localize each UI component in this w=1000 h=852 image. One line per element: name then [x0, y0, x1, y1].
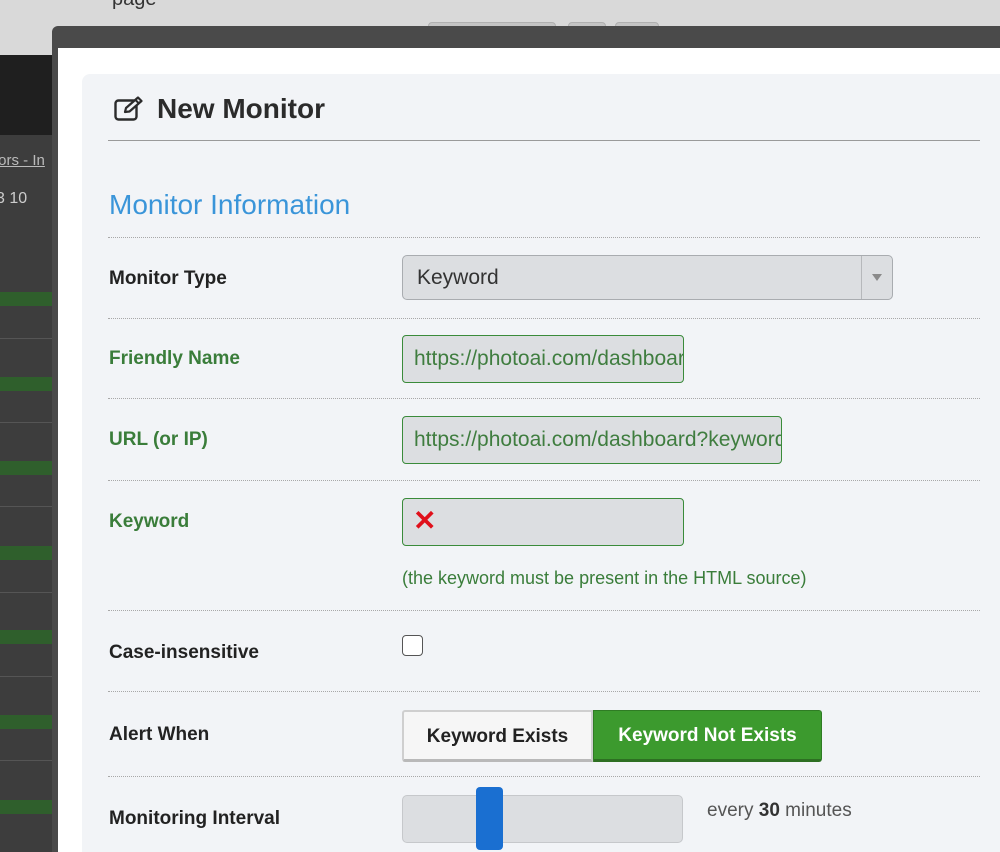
background-row-divider	[0, 422, 60, 423]
background-row	[0, 377, 60, 391]
background-row-divider	[0, 760, 60, 761]
monitor-type-value: Keyword	[417, 266, 499, 289]
edit-icon	[114, 96, 143, 121]
keyword-label: Keyword	[109, 511, 190, 532]
url-label: URL (or IP)	[109, 429, 208, 450]
interval-value: 30	[758, 800, 780, 821]
monitoring-interval-label: Monitoring Interval	[109, 808, 280, 829]
monitor-type-select[interactable]: Keyword	[402, 255, 893, 300]
row-divider	[108, 610, 980, 611]
friendly-name-value: https://photoai.com/dashboard	[414, 347, 684, 370]
row-divider	[108, 318, 980, 319]
background-link: tors - In	[0, 152, 45, 169]
background-row	[0, 292, 60, 306]
keyword-not-exists-button[interactable]: Keyword Not Exists	[593, 710, 822, 762]
case-insensitive-label: Case-insensitive	[109, 642, 259, 663]
section-title: Monitor Information	[109, 189, 351, 220]
background-pagination: 3 10	[0, 190, 28, 207]
background-row	[0, 461, 60, 475]
background-row	[0, 630, 60, 644]
row-divider	[108, 691, 980, 692]
background-row-divider	[0, 592, 60, 593]
interval-slider-handle[interactable]	[476, 787, 503, 850]
background-nav	[0, 55, 60, 135]
keyword-help-text: (the keyword must be present in the HTML…	[402, 568, 807, 588]
interval-readout: every 30 minutes	[707, 800, 852, 822]
keyword-exists-button[interactable]: Keyword Exists	[402, 710, 593, 762]
url-value: https://photoai.com/dashboard?keyword	[414, 428, 782, 451]
row-divider	[108, 480, 980, 481]
row-divider	[108, 398, 980, 399]
background-row	[0, 800, 60, 814]
background-row-divider	[0, 338, 60, 339]
background-row	[0, 546, 60, 560]
row-divider	[108, 237, 980, 238]
background-table	[0, 55, 60, 852]
title-divider	[108, 140, 980, 141]
keyword-input[interactable]: ✕	[402, 498, 684, 546]
case-insensitive-checkbox[interactable]	[402, 635, 423, 656]
url-input[interactable]: https://photoai.com/dashboard?keyword	[402, 416, 782, 464]
x-mark-icon: ✕	[413, 505, 437, 536]
background-page-text: page	[112, 0, 157, 11]
friendly-name-input[interactable]: https://photoai.com/dashboard	[402, 335, 684, 383]
interval-prefix: every	[707, 800, 754, 821]
background-row-divider	[0, 506, 60, 507]
interval-suffix: minutes	[785, 800, 852, 821]
friendly-name-label: Friendly Name	[109, 348, 240, 369]
alert-when-label: Alert When	[109, 724, 210, 745]
select-arrow-button[interactable]	[861, 256, 892, 299]
modal-title: New Monitor	[157, 93, 325, 124]
chevron-down-icon	[872, 274, 882, 281]
background-row-divider	[0, 676, 60, 677]
interval-slider-track[interactable]	[402, 795, 683, 843]
monitor-type-label: Monitor Type	[109, 268, 227, 289]
row-divider	[108, 776, 980, 777]
background-row	[0, 715, 60, 729]
